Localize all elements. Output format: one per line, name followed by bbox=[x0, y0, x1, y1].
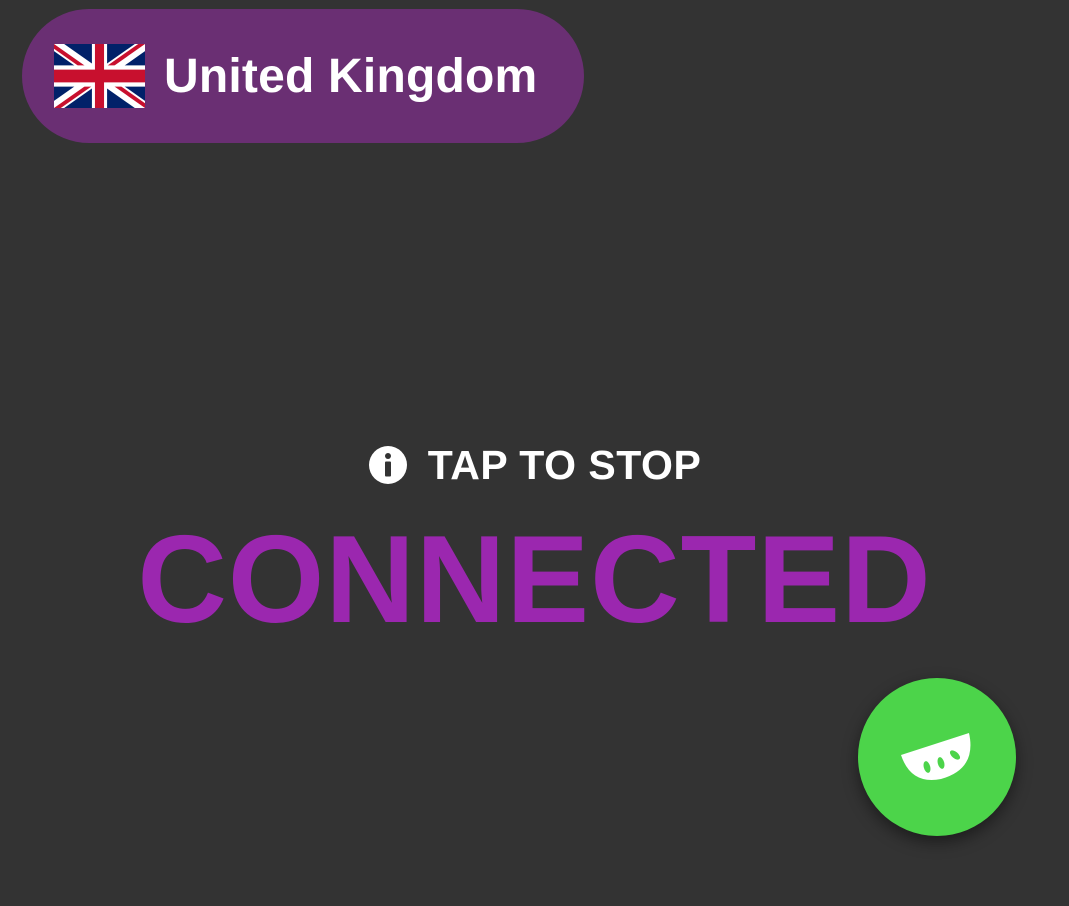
country-selector-button[interactable]: United Kingdom bbox=[22, 9, 584, 143]
connection-status-button[interactable]: CONNECTED bbox=[0, 518, 1069, 642]
country-name-label: United Kingdom bbox=[164, 49, 538, 103]
tap-to-stop-label: TAP TO STOP bbox=[427, 441, 702, 488]
info-icon bbox=[368, 445, 408, 485]
vpn-main-screen: United Kingdom TAP TO STOP CONNECTED bbox=[0, 0, 1069, 906]
lime-slice-icon bbox=[897, 727, 977, 787]
uk-flag-icon bbox=[54, 44, 145, 108]
tap-to-stop-hint[interactable]: TAP TO STOP bbox=[0, 436, 1069, 494]
lime-action-button[interactable] bbox=[858, 678, 1016, 836]
